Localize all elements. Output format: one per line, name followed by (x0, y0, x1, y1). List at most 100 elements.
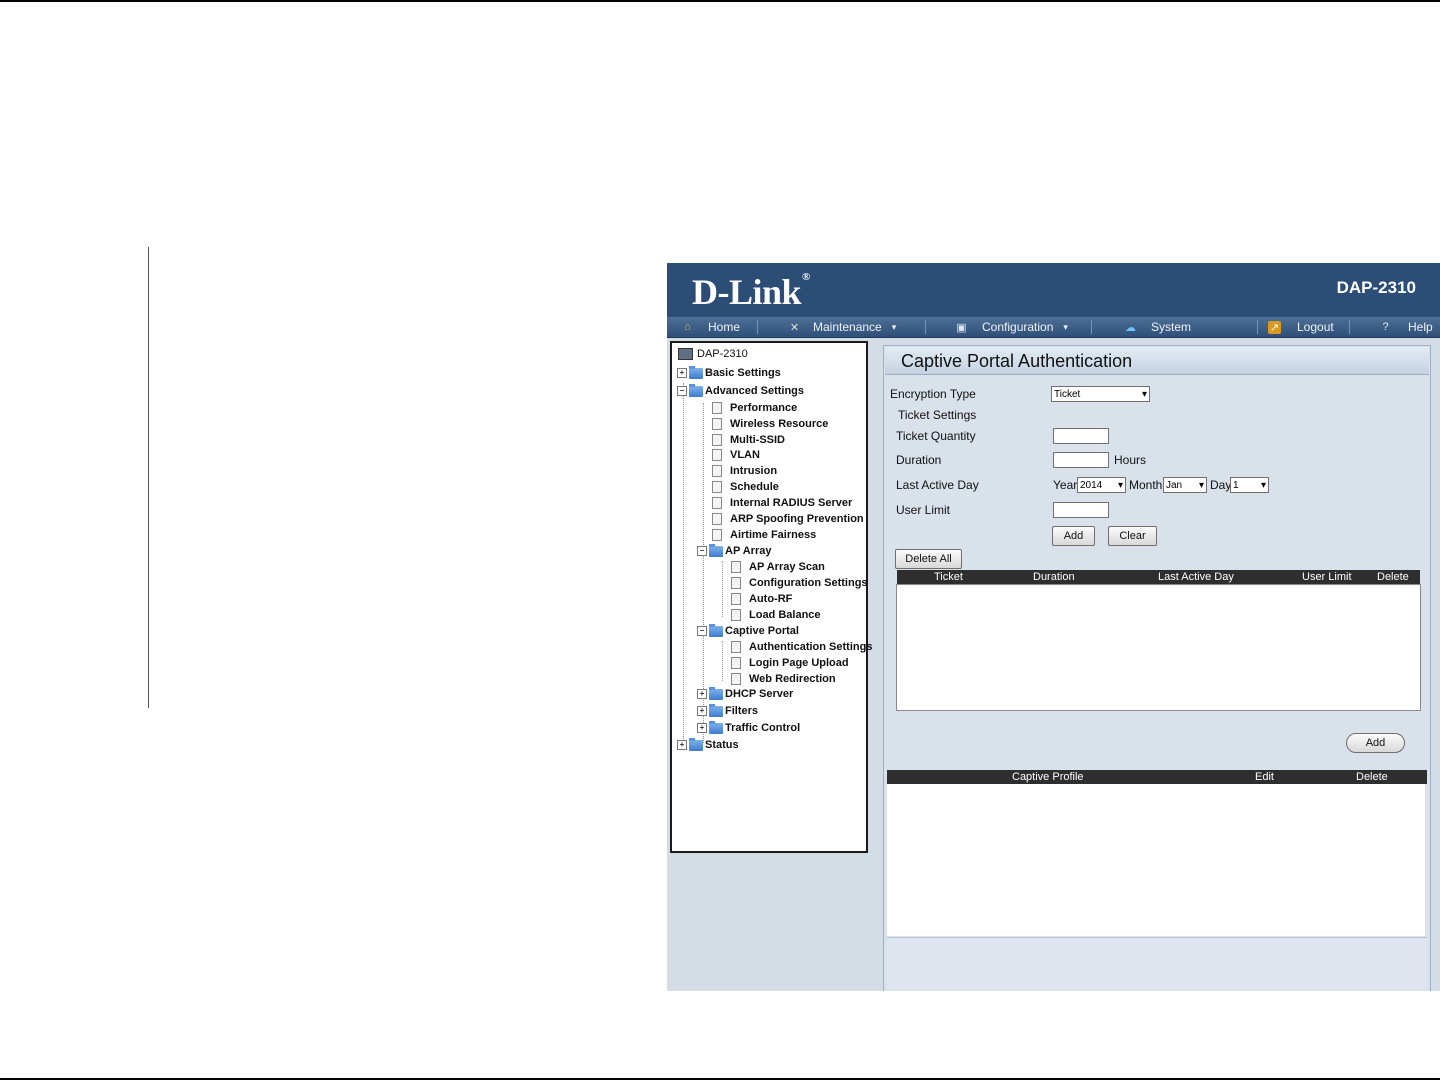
expand-icon[interactable]: + (697, 706, 707, 716)
dlink-logo: D-Link® (692, 271, 810, 312)
content-panel: Captive Portal Authentication Encryption… (883, 345, 1431, 991)
ticket-settings-label: Ticket Settings (898, 408, 977, 422)
tree-item-wireless-resource[interactable]: Wireless Resource (712, 418, 828, 430)
tree-dhcp-server[interactable]: + DHCP Server (697, 686, 793, 700)
device-icon (678, 348, 693, 360)
page-icon (731, 561, 741, 573)
nav-maintenance[interactable]: ✕ Maintenance ▾ (788, 317, 896, 337)
clear-button[interactable]: Clear (1108, 526, 1157, 546)
delete-all-button[interactable]: Delete All (895, 549, 962, 569)
tree-root-dap2310[interactable]: DAP-2310 (678, 348, 748, 360)
collapse-icon[interactable]: − (697, 546, 707, 556)
page-icon (731, 593, 741, 605)
tree-item-intrusion[interactable]: Intrusion (712, 465, 777, 477)
tree-filters[interactable]: + Filters (697, 703, 758, 717)
page-icon (731, 657, 741, 669)
tree-item-arp-spoofing[interactable]: ARP Spoofing Prevention (712, 513, 864, 525)
nav-logout[interactable]: ↗ Logout (1268, 317, 1334, 337)
tree-status[interactable]: + Status (677, 737, 739, 751)
tree-item-performance[interactable]: Performance (712, 402, 797, 414)
expand-icon[interactable]: + (677, 368, 687, 378)
page-title: Captive Portal Authentication (901, 351, 1133, 371)
collapse-icon[interactable]: − (677, 386, 687, 396)
tree-item-auto-rf[interactable]: Auto-RF (731, 593, 792, 605)
encryption-type-label: Encryption Type (890, 387, 976, 401)
tree-item-schedule[interactable]: Schedule (712, 481, 779, 493)
nav-help[interactable]: ? Help (1379, 317, 1432, 337)
page-icon (712, 481, 722, 493)
tree-ap-array[interactable]: − AP Array (697, 543, 771, 557)
nav-system[interactable]: ☁ System (1124, 317, 1191, 337)
folder-open-icon (689, 383, 703, 397)
add-ticket-button[interactable]: Add (1052, 526, 1095, 546)
model-name: DAP-2310 (1336, 278, 1416, 297)
column-duration: Duration (1033, 571, 1075, 583)
collapse-icon[interactable]: − (697, 626, 707, 636)
home-icon: ⌂ (684, 321, 691, 333)
duration-input[interactable] (1053, 452, 1109, 468)
page-icon (731, 673, 741, 685)
tree-item-login-page-upload[interactable]: Login Page Upload (731, 657, 849, 669)
encryption-type-select[interactable]: Ticket ▾ (1051, 386, 1150, 402)
page-icon (731, 641, 741, 653)
tree-item-configuration-settings[interactable]: Configuration Settings (731, 577, 868, 589)
network-icon: ☁ (1125, 321, 1136, 334)
logout-icon: ↗ (1268, 320, 1281, 334)
expand-icon[interactable]: + (697, 689, 707, 699)
column-captive-profile: Captive Profile (1012, 771, 1084, 783)
page-icon (712, 418, 722, 430)
tree-item-vlan[interactable]: VLAN (712, 449, 760, 461)
user-limit-input[interactable] (1053, 502, 1109, 518)
page-title-bar: Captive Portal Authentication (885, 347, 1429, 375)
expand-icon[interactable]: + (677, 740, 687, 750)
page-icon (712, 434, 722, 446)
ticket-table-header: Ticket Duration Last Active Day User Lim… (897, 570, 1420, 584)
page-bottom-rule (0, 1078, 1440, 1080)
page-icon (712, 513, 722, 525)
duration-label: Duration (896, 453, 942, 467)
page-top-rule (0, 0, 1440, 2)
folder-open-icon (709, 543, 723, 557)
page-icon (712, 497, 722, 509)
month-label: Month (1129, 478, 1163, 492)
column-delete: Delete (1377, 571, 1409, 583)
expand-icon[interactable]: + (697, 723, 707, 733)
save-icon: ▣ (956, 321, 967, 334)
tree-item-internal-radius[interactable]: Internal RADIUS Server (712, 497, 852, 509)
tree-advanced-settings[interactable]: − Advanced Settings (677, 383, 804, 397)
day-select[interactable]: 1 ▾ (1230, 477, 1269, 493)
year-select[interactable]: 2014 ▾ (1077, 477, 1126, 493)
nav-separator (1349, 320, 1350, 334)
ticket-quantity-input[interactable] (1053, 428, 1109, 444)
panel-footer (887, 937, 1427, 990)
folder-icon (709, 703, 723, 717)
user-limit-label: User Limit (896, 503, 951, 517)
last-active-day-label: Last Active Day (896, 478, 979, 492)
day-label: Day (1210, 478, 1232, 492)
tree-captive-portal[interactable]: − Captive Portal (697, 623, 799, 637)
tree-item-authentication-settings[interactable]: Authentication Settings (731, 641, 872, 653)
page-icon (712, 465, 722, 477)
month-select[interactable]: Jan ▾ (1163, 477, 1207, 493)
nav-separator (1091, 320, 1092, 334)
tree-traffic-control[interactable]: + Traffic Control (697, 720, 800, 734)
tree-basic-settings[interactable]: + Basic Settings (677, 365, 781, 379)
nav-home[interactable]: ⌂ Home (681, 317, 740, 337)
top-nav: ⌂ Home ✕ Maintenance ▾ ▣ Configuration ▾… (667, 317, 1440, 338)
tree-connector (722, 561, 723, 617)
tree-item-ap-array-scan[interactable]: AP Array Scan (731, 561, 825, 573)
add-profile-button[interactable]: Add (1346, 733, 1405, 753)
chevron-down-icon: ▾ (1260, 479, 1266, 491)
nav-separator (1257, 320, 1258, 334)
tree-item-multi-ssid[interactable]: Multi-SSID (712, 434, 785, 446)
tree-item-web-redirection[interactable]: Web Redirection (731, 673, 836, 685)
brand-bar: D-Link® DAP-2310 (667, 263, 1440, 317)
year-label: Year (1053, 478, 1078, 492)
folder-icon (689, 737, 703, 751)
folder-icon (709, 686, 723, 700)
nav-configuration[interactable]: ▣ Configuration ▾ (955, 317, 1068, 337)
tree-item-load-balance[interactable]: Load Balance (731, 609, 821, 621)
help-icon: ? (1382, 321, 1389, 333)
page-icon (712, 402, 722, 414)
tree-item-airtime-fairness[interactable]: Airtime Fairness (712, 529, 816, 541)
